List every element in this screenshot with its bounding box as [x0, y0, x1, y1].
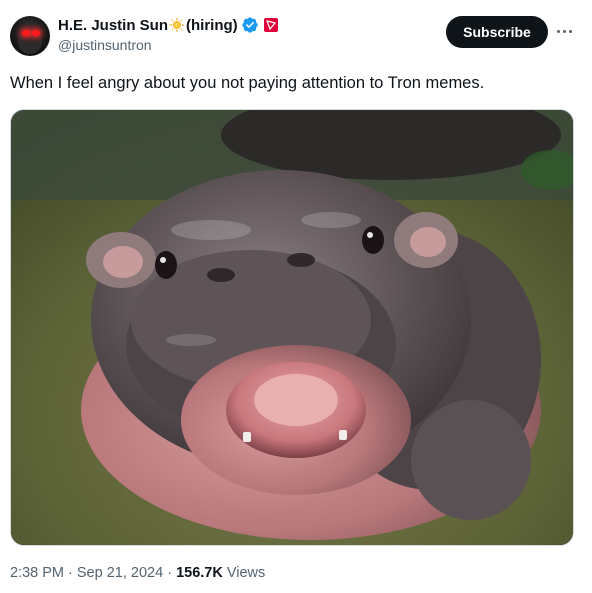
tweet-text: When I feel angry about you not paying a… — [10, 74, 485, 92]
avatar-eye-right — [32, 30, 40, 36]
author-display-name[interactable]: H.E. Justin Sun — [58, 17, 168, 34]
tweet: H.E. Justin Sun (hiring) @justinsuntron … — [0, 0, 592, 593]
author-name-suffix[interactable]: (hiring) — [186, 17, 238, 34]
more-icon[interactable] — [556, 24, 574, 38]
author-avatar[interactable] — [10, 16, 50, 56]
photo-pygmy-hippo — [11, 110, 573, 545]
tweet-time[interactable]: 2:38 PM — [10, 565, 64, 581]
tweet-meta: 2:38 PM · Sep 21, 2024 · 156.7K Views — [10, 565, 265, 581]
author-handle[interactable]: @justinsuntron — [58, 37, 152, 53]
subscribe-button[interactable]: Subscribe — [446, 16, 548, 48]
views-count: 156.7K — [176, 565, 223, 581]
verified-badge-icon[interactable] — [241, 16, 259, 34]
tweet-photo[interactable] — [10, 109, 574, 546]
sun-icon — [169, 17, 186, 33]
tweet-date[interactable]: Sep 21, 2024 — [77, 565, 163, 581]
affiliate-badge-icon[interactable] — [263, 18, 278, 32]
avatar-face — [18, 24, 42, 54]
author-name-row[interactable]: H.E. Justin Sun (hiring) — [58, 15, 278, 35]
avatar-eye-left — [22, 30, 30, 36]
meta-separator: · — [163, 565, 177, 581]
meta-separator: · — [64, 565, 77, 581]
views-label: Views — [222, 565, 266, 581]
